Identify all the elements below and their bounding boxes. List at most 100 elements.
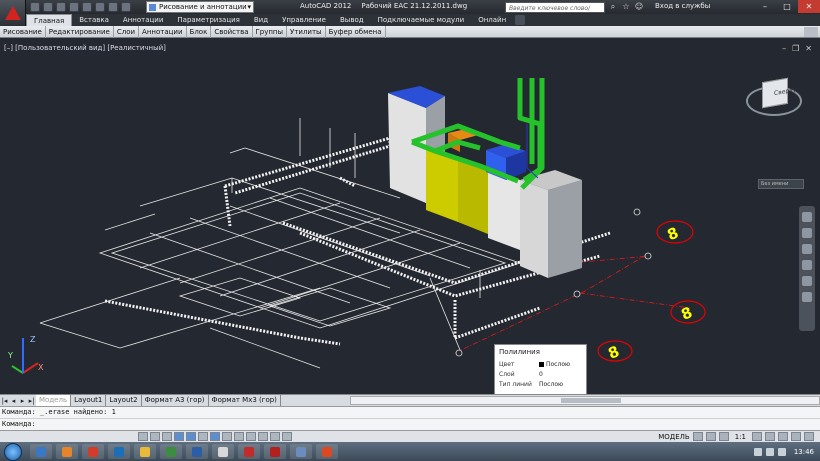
clock[interactable]: 13:46	[794, 448, 814, 456]
volume-icon[interactable]	[777, 447, 786, 456]
annotation-scale-icon[interactable]	[718, 432, 729, 441]
panel-groups[interactable]: Группы	[253, 25, 288, 38]
grid-toggle-icon[interactable]	[150, 432, 160, 441]
restore-icon[interactable]: ❐	[792, 44, 799, 53]
ribbon-expand-icon[interactable]	[804, 26, 818, 37]
tab-parametric[interactable]: Параметризация	[170, 14, 246, 26]
isolate-objects-icon[interactable]	[791, 432, 801, 441]
tab-output[interactable]: Вывод	[333, 14, 371, 26]
circle-markers[interactable]: 8 8 8	[597, 220, 706, 363]
next-layout-icon[interactable]: ▸	[18, 397, 27, 405]
panel-annotation[interactable]: Аннотации	[139, 25, 187, 38]
panel-draw[interactable]: Рисование	[0, 25, 46, 38]
star-icon[interactable]: ☆	[621, 2, 631, 12]
taskbar-app-button[interactable]	[186, 444, 208, 459]
taskbar-app-button[interactable]	[134, 444, 156, 459]
minimize-icon[interactable]: –	[782, 44, 786, 53]
close-icon[interactable]: ✕	[798, 0, 820, 13]
command-line[interactable]: Команда: _.erase найдено: 1 Команда:	[0, 406, 820, 430]
taskbar-app-button[interactable]	[82, 444, 104, 459]
model-space-button[interactable]: МОДЕЛЬ	[655, 433, 693, 441]
last-layout-icon[interactable]: ▸|	[27, 397, 36, 405]
otrack-toggle-icon[interactable]	[210, 432, 220, 441]
navbar-menu-icon[interactable]	[802, 292, 812, 302]
workspace-select[interactable]: Рисование и аннотации ▾	[146, 1, 254, 13]
taskbar-app-button[interactable]	[316, 444, 338, 459]
close-icon[interactable]: ✕	[805, 44, 812, 53]
ribbon-minimize-icon[interactable]	[515, 15, 526, 25]
panel-utilities[interactable]: Утилиты	[287, 25, 326, 38]
quick-view-drawings-icon[interactable]	[705, 432, 716, 441]
tab-manage[interactable]: Управление	[275, 14, 333, 26]
wcs-menu[interactable]: Без имени	[758, 179, 804, 189]
new-file-icon[interactable]	[30, 2, 40, 12]
layout-tab-layout2[interactable]: Layout2	[106, 395, 142, 406]
binoculars-icon[interactable]: ⌕	[608, 2, 618, 12]
quick-access-dropdown-icon[interactable]	[121, 2, 131, 12]
panel-modify[interactable]: Редактирование	[46, 25, 114, 38]
clean-screen-icon[interactable]	[804, 432, 814, 441]
command-input[interactable]: Команда:	[0, 418, 820, 429]
snap-toggle-icon[interactable]	[138, 432, 148, 441]
pan-icon[interactable]	[802, 228, 812, 238]
minimize-icon[interactable]: –	[754, 0, 776, 13]
ducs-toggle-icon[interactable]	[222, 432, 232, 441]
steering-wheel-icon[interactable]	[802, 212, 812, 222]
application-menu-button[interactable]	[0, 0, 26, 26]
layout-tab-layout1[interactable]: Layout1	[71, 395, 107, 406]
taskbar-app-button[interactable]	[30, 444, 52, 459]
flag-icon[interactable]	[753, 447, 762, 456]
osnap-toggle-icon[interactable]	[186, 432, 196, 441]
first-layout-icon[interactable]: |◂	[0, 397, 9, 405]
workspace-switching-icon[interactable]	[765, 432, 775, 441]
transparency-toggle-icon[interactable]	[258, 432, 268, 441]
layout-tab-mx3[interactable]: Формат Мх3 (гор)	[209, 395, 281, 406]
taskbar-app-button[interactable]	[238, 444, 260, 459]
dyn-toggle-icon[interactable]	[234, 432, 244, 441]
viewcube[interactable]: Сверху	[742, 77, 806, 180]
taskbar-app-button[interactable]	[56, 444, 78, 459]
quick-properties-toggle-icon[interactable]	[270, 432, 280, 441]
user-icon[interactable]: ☺	[634, 2, 644, 12]
save-as-icon[interactable]	[69, 2, 79, 12]
open-file-icon[interactable]	[43, 2, 53, 12]
layout-tab-a3[interactable]: Формат А3 (гор)	[142, 395, 209, 406]
layout-tab-model[interactable]: Модель	[36, 395, 72, 406]
network-icon[interactable]	[765, 447, 774, 456]
redo-icon[interactable]	[108, 2, 118, 12]
tab-annotate[interactable]: Аннотации	[116, 14, 170, 26]
annotation-scale[interactable]: 1:1	[735, 433, 746, 441]
maximize-icon[interactable]: □	[776, 0, 798, 13]
tab-online[interactable]: Онлайн	[471, 14, 513, 26]
search-input[interactable]: Введите ключевое слово/фразу	[505, 2, 605, 23]
prev-layout-icon[interactable]: ◂	[9, 397, 18, 405]
tab-plugins[interactable]: Подключаемые модули	[371, 14, 472, 26]
orbit-icon[interactable]	[802, 260, 812, 270]
showmotion-icon[interactable]	[802, 276, 812, 286]
taskbar-app-button[interactable]	[290, 444, 312, 459]
viewcube-face[interactable]: Сверху	[762, 77, 796, 109]
print-icon[interactable]	[82, 2, 92, 12]
tab-insert[interactable]: Вставка	[72, 14, 116, 26]
taskbar-app-button[interactable]	[212, 444, 234, 459]
quick-view-layouts-icon[interactable]	[692, 432, 703, 441]
tab-view[interactable]: Вид	[247, 14, 275, 26]
undo-icon[interactable]	[95, 2, 105, 12]
panel-clipboard[interactable]: Буфер обмена	[326, 25, 386, 38]
annotation-visibility-icon[interactable]	[752, 432, 762, 441]
horizontal-scrollbar[interactable]	[350, 396, 820, 405]
panel-layers[interactable]: Слои	[114, 25, 140, 38]
lineweight-toggle-icon[interactable]	[246, 432, 256, 441]
viewport-label[interactable]: [–] [Пользовательский вид] [Реалистичный…	[4, 44, 166, 52]
selection-cycling-toggle-icon[interactable]	[282, 432, 292, 441]
ortho-toggle-icon[interactable]	[162, 432, 172, 441]
start-button[interactable]	[4, 442, 22, 461]
lock-icon[interactable]	[778, 432, 788, 441]
taskbar-app-button[interactable]	[160, 444, 182, 459]
panel-block[interactable]: Блок	[187, 25, 212, 38]
taskbar-app-button[interactable]	[108, 444, 130, 459]
panel-properties[interactable]: Свойства	[211, 25, 253, 38]
zoom-icon[interactable]	[802, 244, 812, 254]
3dosnap-toggle-icon[interactable]	[198, 432, 208, 441]
save-icon[interactable]	[56, 2, 66, 12]
